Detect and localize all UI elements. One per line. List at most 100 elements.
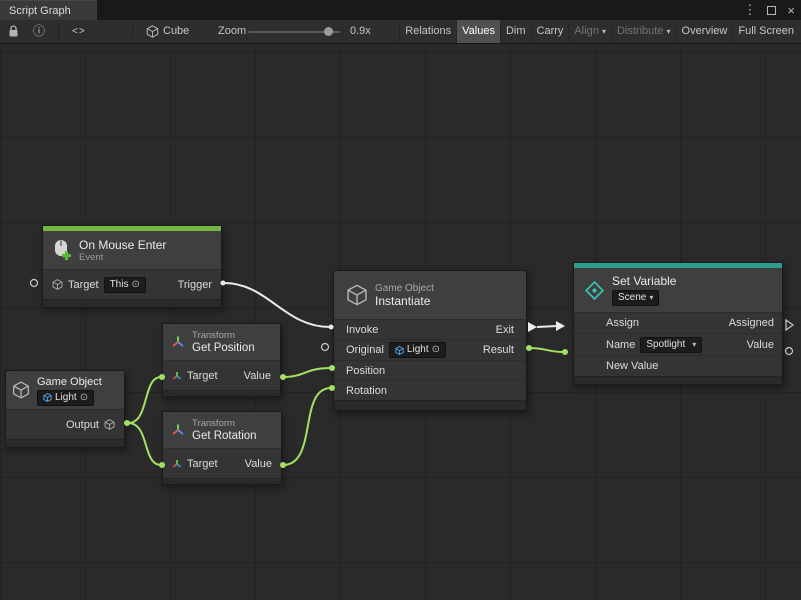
position-port-label: Position <box>346 365 385 377</box>
carry-button[interactable]: Carry <box>531 20 569 43</box>
gameobject-icon <box>52 279 63 290</box>
port-row-invoke-exit: Invoke Exit <box>334 319 526 339</box>
output-port-label: Output <box>66 419 99 431</box>
node-title: Get Position <box>192 341 255 355</box>
node-title: Game Object <box>37 375 102 389</box>
zoom-slider-knob[interactable] <box>324 27 333 36</box>
invoke-port-label: Invoke <box>346 324 378 336</box>
window-tab-bar: Script Graph ⋮ × <box>0 0 801 20</box>
node-category: Game Object <box>375 283 434 294</box>
node-title: On Mouse Enter <box>79 238 166 252</box>
distribute-dropdown-button[interactable]: Distribute ▾ <box>611 20 676 43</box>
variable-name-dropdown[interactable]: Spotlight ▾ <box>640 337 702 353</box>
align-dropdown-button[interactable]: Align ▾ <box>568 20 611 43</box>
value-port-label: Value <box>747 339 774 351</box>
graph-canvas[interactable]: On Mouse Enter Event Target This ⊙ Trigg… <box>0 44 801 600</box>
result-port-label: Result <box>483 344 514 356</box>
target-port-label: Target <box>68 279 99 291</box>
close-icon[interactable]: × <box>787 3 795 18</box>
tab-script-graph[interactable]: Script Graph <box>0 0 97 20</box>
toolbar-divider <box>58 24 59 39</box>
chip-text: Light <box>407 344 429 356</box>
node-category: Transform <box>192 330 255 341</box>
toolbar-button-group: Relations Values Dim Carry Align ▾ Distr… <box>399 20 799 43</box>
chevron-down-icon: ▾ <box>649 292 653 304</box>
new-value-port-label: New Value <box>606 360 658 372</box>
scope-dropdown[interactable]: Scene ▾ <box>612 290 659 306</box>
port-row-name-value: Name Spotlight ▾ Value <box>574 333 782 355</box>
rotation-port-label: Rotation <box>346 385 387 397</box>
maximize-icon[interactable] <box>767 6 776 15</box>
chip-text: Scene <box>618 292 646 304</box>
node-footer <box>334 400 526 410</box>
values-button[interactable]: Values <box>456 20 500 43</box>
assign-port-label: Assign <box>606 317 639 329</box>
node-get-rotation[interactable]: Transform Get Rotation Target Value <box>162 411 282 485</box>
dim-button[interactable]: Dim <box>500 20 531 43</box>
zoom-label: Zoom <box>218 20 246 43</box>
gameobject-icon <box>104 419 115 430</box>
light-object-field[interactable]: Light ⊙ <box>389 342 446 358</box>
node-title: Set Variable <box>612 274 676 288</box>
info-icon[interactable]: ⓘ <box>33 20 45 43</box>
port-row-target-trigger: Target This ⊙ Trigger <box>43 269 221 299</box>
node-footer <box>6 439 124 447</box>
name-port-label: Name <box>606 339 635 351</box>
object-picker-icon[interactable]: ⊙ <box>80 392 88 404</box>
node-on-mouse-enter[interactable]: On Mouse Enter Event Target This ⊙ Trigg… <box>42 225 222 308</box>
node-header: Game Object Light ⊙ <box>6 371 124 409</box>
fullscreen-button[interactable]: Full Screen <box>732 20 799 43</box>
node-header: Game Object Instantiate <box>334 271 526 319</box>
node-get-position[interactable]: Transform Get Position Target Value <box>162 323 281 397</box>
node-set-variable[interactable]: Set Variable Scene ▾ Assign Assigned Nam… <box>573 262 783 385</box>
port-row-original-result: Original Light ⊙ Result <box>334 339 526 360</box>
value-port-label: Value <box>244 370 271 382</box>
value-port-label: Value <box>245 458 272 470</box>
transform-icon <box>171 335 185 349</box>
chevron-down-icon: ▾ <box>667 27 671 36</box>
node-title: Instantiate <box>375 294 434 308</box>
gameobject-icon <box>395 346 404 355</box>
gameobject-cube-icon <box>346 284 368 306</box>
kebab-menu-icon[interactable]: ⋮ <box>743 2 756 18</box>
node-header: Set Variable Scene ▾ <box>574 268 782 312</box>
graph-toolbar: ⓘ <> Cube Zoom 0.9x Relations Values Dim… <box>0 20 801 44</box>
node-header: Transform Get Position <box>163 324 280 360</box>
transform-icon <box>172 371 182 381</box>
transform-icon <box>172 459 182 469</box>
port-row-target-value: Target Value <box>163 448 281 478</box>
gameobject-cube-icon <box>12 381 30 399</box>
window-controls: ⋮ × <box>743 0 795 20</box>
node-subtitle: Event <box>79 252 166 263</box>
object-picker-icon[interactable]: ⊙ <box>131 279 139 291</box>
node-footer <box>43 299 221 307</box>
this-object-field[interactable]: This ⊙ <box>104 277 146 293</box>
variable-icon <box>584 280 605 301</box>
graph-owner-label: Cube <box>163 20 189 43</box>
exit-port-label: Exit <box>496 324 514 336</box>
node-footer <box>163 478 281 484</box>
object-picker-icon[interactable]: ⊙ <box>432 344 440 356</box>
code-icon[interactable]: <> <box>72 20 86 43</box>
relations-button[interactable]: Relations <box>399 20 456 43</box>
node-instantiate[interactable]: Game Object Instantiate Invoke Exit Orig… <box>333 270 527 411</box>
transform-icon <box>171 423 185 437</box>
port-row-rotation: Rotation <box>334 380 526 400</box>
node-title: Get Rotation <box>192 429 257 443</box>
chevron-down-icon: ▾ <box>692 339 696 351</box>
node-game-object[interactable]: Game Object Light ⊙ Output <box>5 370 125 448</box>
distribute-label: Distribute <box>617 25 663 37</box>
target-port-label: Target <box>187 370 218 382</box>
port-row-position: Position <box>334 360 526 380</box>
chip-text: Spotlight <box>646 339 685 351</box>
mouse-enter-icon <box>51 239 72 262</box>
node-header: Transform Get Rotation <box>163 412 281 448</box>
overview-button[interactable]: Overview <box>676 20 733 43</box>
trigger-port-label: Trigger <box>178 279 212 291</box>
light-object-field[interactable]: Light ⊙ <box>37 390 94 406</box>
node-category: Transform <box>192 418 257 429</box>
node-header: On Mouse Enter Event <box>43 231 221 269</box>
port-row-target-value: Target Value <box>163 360 280 390</box>
chip-text: This <box>110 279 129 291</box>
original-port-label: Original <box>346 344 384 356</box>
